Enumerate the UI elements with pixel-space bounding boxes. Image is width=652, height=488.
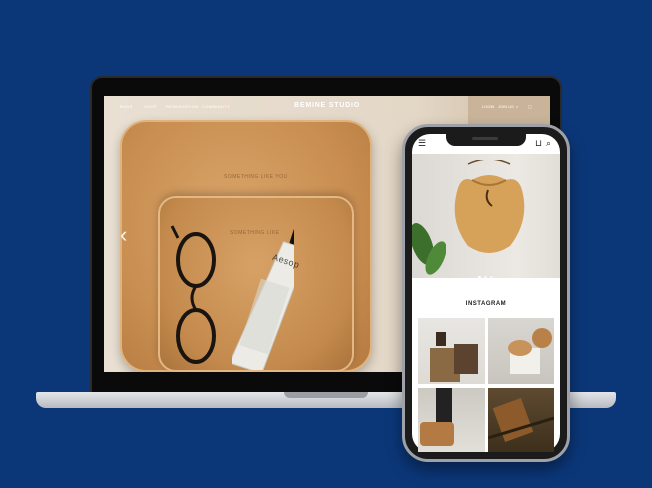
- carousel-dot[interactable]: [478, 276, 481, 279]
- site-navbar: BAGS SHOP RESERVATION COMMUNITY BEMINE S…: [104, 96, 550, 118]
- phone-speaker: [472, 137, 498, 140]
- leather-pouch-bag: [454, 160, 525, 253]
- instagram-thumb-outdoor-bag[interactable]: [488, 388, 554, 452]
- nav-item-community[interactable]: COMMUNITY: [202, 104, 230, 109]
- eyeglasses: [170, 225, 216, 364]
- prev-slide-arrow[interactable]: ‹: [120, 224, 127, 246]
- cart-icon[interactable]: ▢: [528, 104, 532, 109]
- join-link[interactable]: JOIN US: [498, 104, 514, 109]
- instagram-section-title: INSTAGRAM: [465, 301, 507, 307]
- login-link[interactable]: LOGIN: [482, 104, 494, 109]
- search-icon[interactable]: ⌕: [546, 138, 551, 149]
- carousel-dot[interactable]: [484, 276, 487, 279]
- nav-item-reservation[interactable]: RESERVATION: [166, 104, 198, 109]
- nav-item-shop[interactable]: SHOP: [144, 104, 157, 109]
- plant-leaves: [412, 223, 446, 275]
- carousel-dots: [478, 266, 496, 284]
- aesop-tube: [232, 226, 294, 370]
- shopping-bag-icon[interactable]: ⊔: [535, 138, 542, 149]
- search-icon[interactable]: ⌕: [516, 104, 518, 109]
- instagram-thumb-bread[interactable]: [488, 318, 554, 384]
- instagram-thumb-shelf[interactable]: [418, 318, 485, 384]
- menu-icon[interactable]: ☰: [418, 138, 426, 149]
- brand-logo[interactable]: BEMINE STUDIO: [294, 102, 360, 109]
- carousel-dot[interactable]: [490, 276, 493, 279]
- laptop-trackpad-notch: [284, 392, 368, 398]
- instagram-thumb-person-bag[interactable]: [418, 388, 485, 452]
- emboss-text-top: SOMETHING LIKE YOU: [224, 174, 288, 180]
- nav-item-bags[interactable]: BAGS: [120, 104, 133, 109]
